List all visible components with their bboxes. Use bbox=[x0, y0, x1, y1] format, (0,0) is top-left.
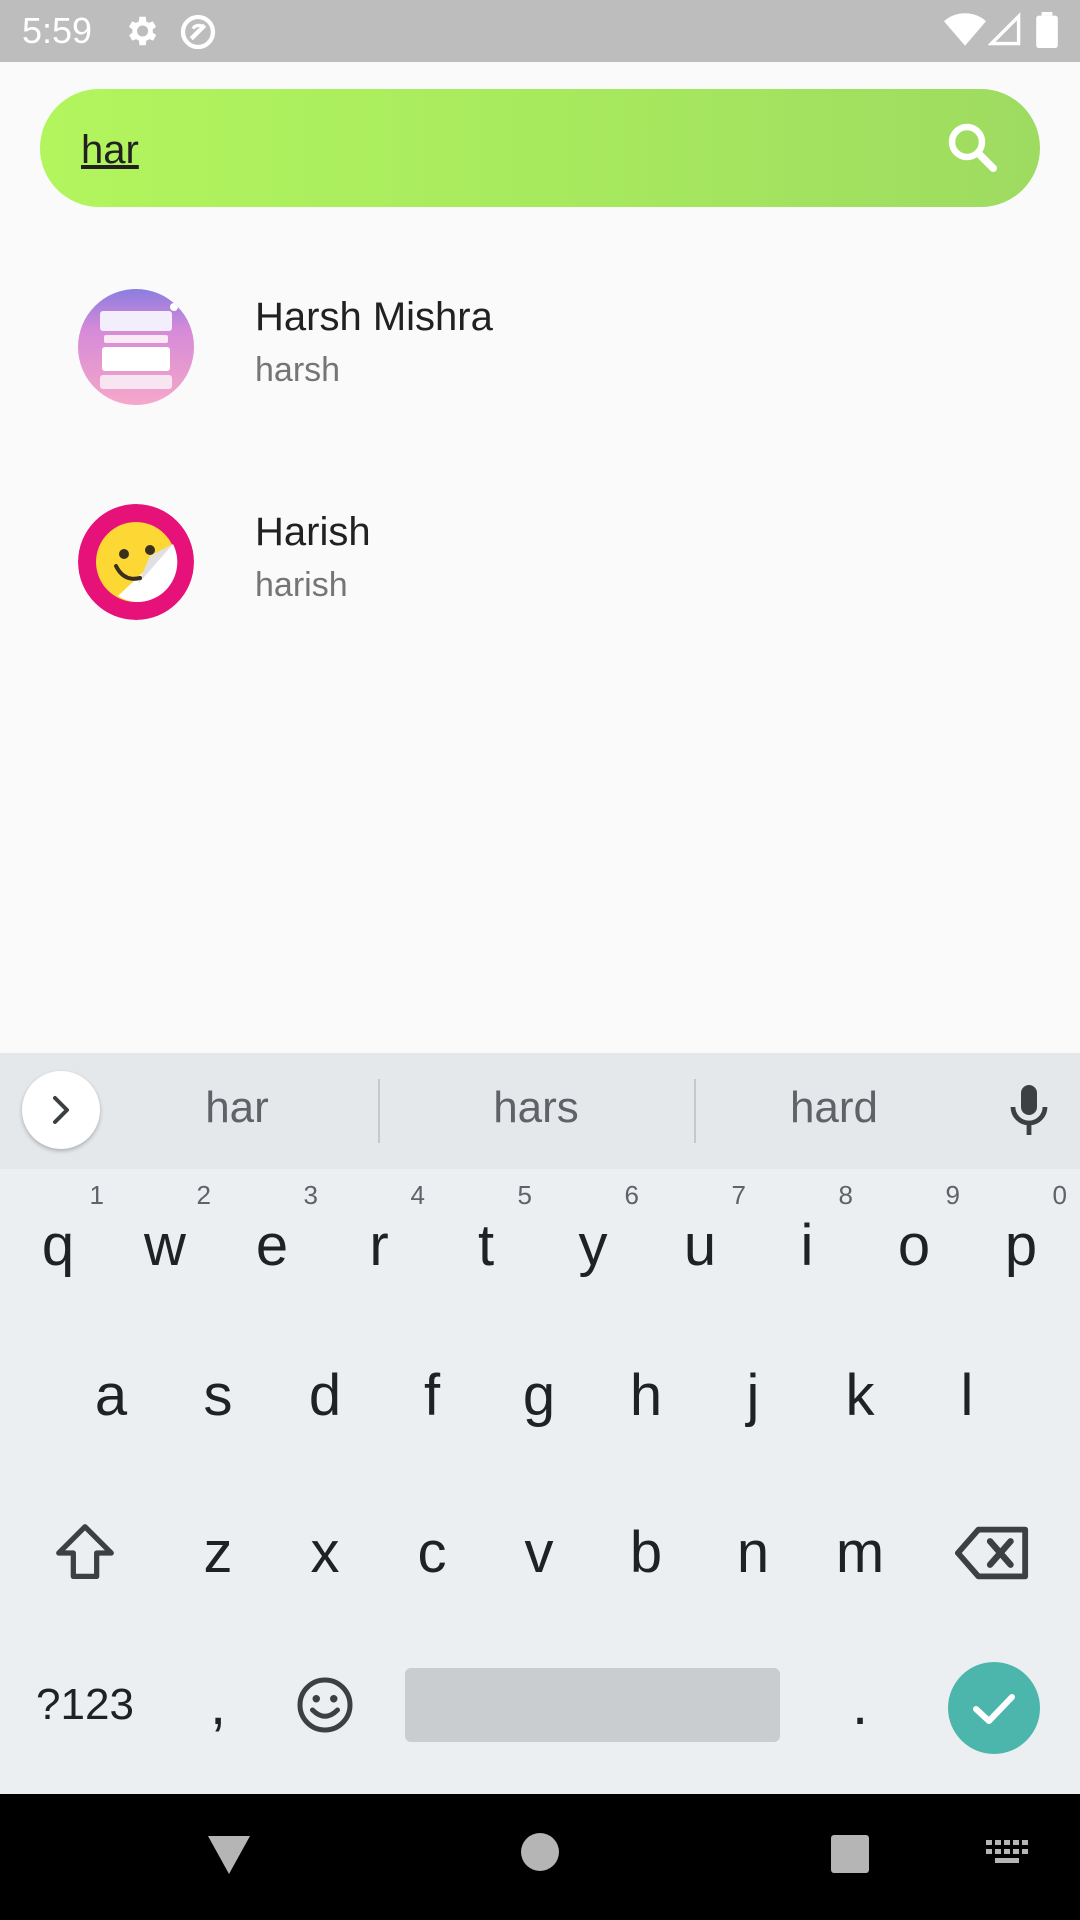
key-u[interactable]: u7 bbox=[650, 1180, 750, 1306]
space-key[interactable] bbox=[405, 1668, 780, 1742]
key-h[interactable]: h bbox=[596, 1336, 696, 1456]
check-icon bbox=[973, 1694, 1015, 1724]
list-item[interactable]: Harish harish bbox=[0, 504, 1080, 664]
key-o[interactable]: o9 bbox=[864, 1180, 964, 1306]
key-a[interactable]: a bbox=[61, 1336, 161, 1456]
mic-icon bbox=[1010, 1085, 1048, 1135]
key-comma[interactable]: , bbox=[168, 1645, 268, 1765]
key-d[interactable]: d bbox=[275, 1336, 375, 1456]
home-icon[interactable] bbox=[520, 1832, 560, 1872]
key-l[interactable]: l bbox=[917, 1336, 1017, 1456]
key-g[interactable]: g bbox=[489, 1336, 589, 1456]
recents-icon[interactable] bbox=[830, 1834, 870, 1874]
key-s[interactable]: s bbox=[168, 1336, 268, 1456]
key-e[interactable]: e3 bbox=[222, 1180, 322, 1306]
back-icon[interactable] bbox=[206, 1834, 252, 1876]
key-n[interactable]: n bbox=[703, 1493, 803, 1613]
key-i[interactable]: i8 bbox=[757, 1180, 857, 1306]
wifi-icon bbox=[944, 13, 986, 46]
enter-key[interactable] bbox=[948, 1662, 1040, 1754]
divider bbox=[378, 1079, 380, 1143]
key-p[interactable]: p0 bbox=[971, 1180, 1071, 1306]
backspace-icon bbox=[955, 1526, 1029, 1580]
key-q[interactable]: q1 bbox=[8, 1180, 108, 1306]
divider bbox=[694, 1079, 696, 1143]
key-w[interactable]: w2 bbox=[115, 1180, 215, 1306]
gear-icon bbox=[128, 16, 157, 46]
emoji-icon bbox=[297, 1677, 353, 1733]
avatar bbox=[78, 289, 194, 405]
result-username: harsh bbox=[255, 351, 341, 389]
result-name: Harish bbox=[255, 510, 371, 554]
key-k[interactable]: k bbox=[810, 1336, 910, 1456]
key-t[interactable]: t5 bbox=[436, 1180, 536, 1306]
navigation-bar bbox=[0, 1794, 1080, 1920]
key-f[interactable]: f bbox=[382, 1336, 482, 1456]
suggestion-strip: har hars hard bbox=[0, 1053, 1080, 1169]
key-y[interactable]: y6 bbox=[543, 1180, 643, 1306]
keyboard-switch-icon[interactable] bbox=[986, 1840, 1030, 1870]
suggestion-3[interactable]: hard bbox=[704, 1083, 964, 1133]
status-bar: 5:59 bbox=[0, 0, 1080, 62]
battery-icon bbox=[1036, 12, 1058, 48]
search-icon bbox=[948, 123, 997, 172]
key-v[interactable]: v bbox=[489, 1493, 589, 1613]
keyboard: har hars hard q1 w2 e3 r4 t5 y6 u7 i8 o9… bbox=[0, 1053, 1080, 1794]
suggestion-1[interactable]: har bbox=[107, 1083, 367, 1133]
key-x[interactable]: x bbox=[275, 1493, 375, 1613]
no-data-icon bbox=[180, 14, 216, 50]
chevron-right-icon bbox=[53, 1096, 69, 1124]
key-c[interactable]: c bbox=[382, 1493, 482, 1613]
expand-button[interactable] bbox=[22, 1071, 100, 1149]
key-z[interactable]: z bbox=[168, 1493, 268, 1613]
signal-icon bbox=[988, 12, 1021, 46]
emoji-key[interactable] bbox=[275, 1645, 375, 1765]
shift-key[interactable] bbox=[35, 1493, 135, 1613]
key-j[interactable]: j bbox=[703, 1336, 803, 1456]
search-bar bbox=[40, 89, 1040, 207]
key-r[interactable]: r4 bbox=[329, 1180, 429, 1306]
status-time: 5:59 bbox=[22, 10, 93, 51]
mic-button[interactable] bbox=[1004, 1083, 1054, 1139]
search-button[interactable] bbox=[942, 117, 1002, 177]
list-item[interactable]: Harsh Mishra harsh bbox=[0, 289, 1080, 449]
search-input[interactable] bbox=[79, 119, 943, 181]
suggestion-2[interactable]: hars bbox=[406, 1083, 666, 1133]
avatar bbox=[78, 504, 194, 620]
result-name: Harsh Mishra bbox=[255, 295, 493, 339]
result-username: harish bbox=[255, 566, 348, 604]
shift-icon bbox=[56, 1524, 114, 1579]
backspace-key[interactable] bbox=[943, 1493, 1043, 1613]
key-period[interactable]: . bbox=[810, 1645, 910, 1765]
key-b[interactable]: b bbox=[596, 1493, 696, 1613]
key-m[interactable]: m bbox=[810, 1493, 910, 1613]
symbols-key[interactable]: ?123 bbox=[20, 1645, 150, 1765]
